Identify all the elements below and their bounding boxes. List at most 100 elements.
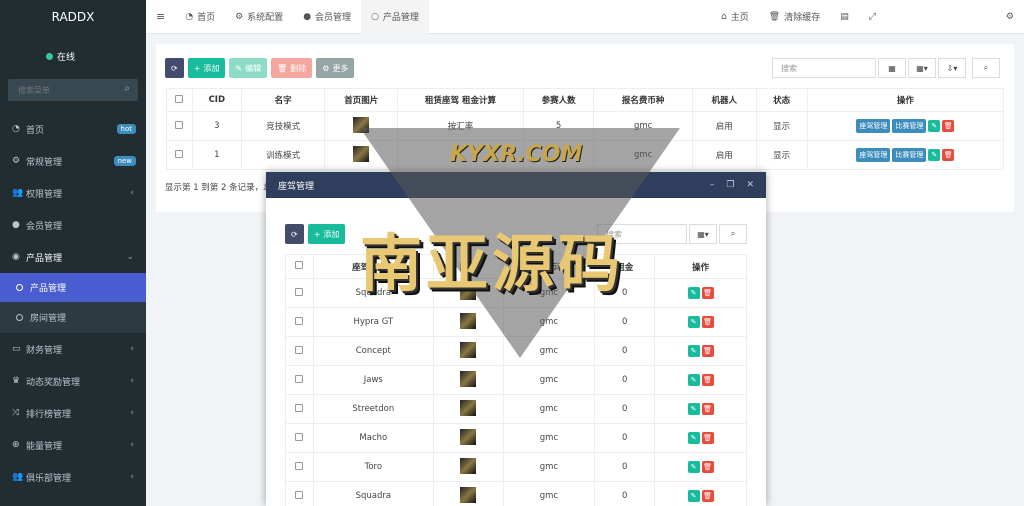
columns-button[interactable]: ▦▾ bbox=[908, 58, 936, 78]
table-row[interactable]: Macho gmc 0 ✎ 🗑 bbox=[285, 423, 747, 453]
row-checkbox[interactable] bbox=[285, 423, 314, 453]
table-row[interactable]: Squadra gmc 0 ✎ 🗑 bbox=[285, 278, 747, 308]
row-checkbox[interactable] bbox=[285, 452, 314, 482]
edit-icon[interactable]: ✎ bbox=[928, 149, 941, 161]
checkbox[interactable] bbox=[295, 287, 304, 296]
dialog-search-input[interactable]: 搜索 bbox=[597, 224, 687, 244]
dialog-search-button[interactable]: ⌕ bbox=[719, 224, 747, 244]
menu-toggle-button[interactable]: ≡ bbox=[146, 0, 175, 34]
checkbox[interactable] bbox=[295, 345, 304, 354]
dialog-select-all[interactable] bbox=[285, 254, 314, 279]
fullscreen-icon[interactable]: ⤢ bbox=[859, 0, 886, 34]
sidebar-item[interactable]: ♛ 动态奖励管理 ‹ bbox=[0, 365, 146, 397]
dialog-add-button[interactable]: + 添加 bbox=[307, 224, 346, 244]
column-header[interactable]: 操作 bbox=[654, 254, 747, 279]
dialog-refresh-button[interactable]: ⟳ bbox=[285, 224, 304, 244]
edit-icon[interactable]: ✎ bbox=[687, 490, 700, 502]
clear-cache-button[interactable]: 🗑 清除缓存 bbox=[759, 0, 830, 34]
tab-member[interactable]: ● 会员管理 bbox=[293, 0, 361, 34]
tab-home[interactable]: ◔ 首页 bbox=[175, 0, 225, 34]
export-button[interactable]: ⇩▾ bbox=[938, 58, 966, 78]
edit-icon[interactable]: ✎ bbox=[687, 432, 700, 444]
search-icon[interactable]: ⌕ bbox=[124, 83, 130, 94]
column-header[interactable]: 租金币种 bbox=[502, 254, 596, 279]
edit-icon[interactable]: ✎ bbox=[687, 374, 700, 386]
table-row[interactable]: Squadra gmc 0 ✎ 🗑 bbox=[285, 481, 747, 506]
column-header[interactable]: 首页图片 bbox=[324, 88, 399, 112]
trash-icon[interactable]: 🗑 bbox=[701, 403, 714, 415]
match-manage-button[interactable]: 比赛管理 bbox=[892, 119, 927, 133]
trash-icon[interactable]: 🗑 bbox=[701, 316, 714, 328]
minimize-icon[interactable]: – bbox=[710, 180, 715, 190]
more-button[interactable]: ⚙ 更多 bbox=[316, 58, 355, 78]
trash-icon[interactable]: 🗑 bbox=[701, 374, 714, 386]
settings-icon[interactable]: ⚙ bbox=[996, 0, 1024, 34]
sidebar-item[interactable]: 产品管理 bbox=[0, 273, 146, 302]
table-row[interactable]: Toro gmc 0 ✎ 🗑 bbox=[285, 452, 747, 482]
tab-product[interactable]: ○ 产品管理 bbox=[361, 0, 429, 34]
table-row[interactable]: 3 竞技模式 按汇率 5 gmc 启用 显示 座驾管理 比赛管理 ✎ 🗑 bbox=[166, 111, 1005, 141]
checkbox[interactable] bbox=[175, 149, 184, 158]
sidebar-item[interactable]: ⤨ 排行榜管理 ‹ bbox=[0, 397, 146, 429]
table-row[interactable]: Jaws gmc 0 ✎ 🗑 bbox=[285, 365, 747, 395]
column-header[interactable]: 图片 bbox=[432, 254, 504, 279]
sidebar-item[interactable]: ● 会员管理 bbox=[0, 209, 146, 241]
select-all-checkbox[interactable] bbox=[166, 88, 193, 112]
toggle-view-button[interactable]: ▦ bbox=[878, 58, 906, 78]
checkbox[interactable] bbox=[295, 432, 304, 441]
sidebar-item[interactable]: 房间管理 bbox=[0, 302, 146, 333]
homepage-link[interactable]: ⌂ 主页 bbox=[711, 0, 759, 34]
trash-icon[interactable]: 🗑 bbox=[701, 287, 714, 299]
table-row[interactable]: 1 训练模式 gmc 启用 显示 座驾管理 比赛管理 ✎ 🗑 bbox=[166, 140, 1005, 170]
tab-system-config[interactable]: ⚙ 系统配置 bbox=[225, 0, 293, 34]
trash-icon[interactable]: 🗑 bbox=[942, 149, 955, 161]
brand-logo[interactable]: RADDX bbox=[0, 0, 146, 34]
menu-search-input[interactable] bbox=[8, 79, 138, 101]
table-row[interactable]: Concept gmc 0 ✎ 🗑 bbox=[285, 336, 747, 366]
column-header[interactable]: 机器人 bbox=[691, 88, 757, 112]
edit-icon[interactable]: ✎ bbox=[687, 316, 700, 328]
vehicle-manage-button[interactable]: 座驾管理 bbox=[856, 148, 891, 162]
language-icon[interactable]: ▤ bbox=[830, 0, 859, 34]
row-checkbox[interactable] bbox=[285, 394, 314, 424]
edit-icon[interactable]: ✎ bbox=[687, 287, 700, 299]
sidebar-item[interactable]: ⊕ 能量管理 ‹ bbox=[0, 429, 146, 461]
column-header[interactable]: 状态 bbox=[755, 88, 808, 112]
row-checkbox[interactable] bbox=[285, 278, 314, 308]
row-checkbox[interactable] bbox=[285, 481, 314, 506]
sidebar-item[interactable]: 👥 权限管理 ‹ bbox=[0, 177, 146, 209]
row-checkbox[interactable] bbox=[285, 336, 314, 366]
trash-icon[interactable]: 🗑 bbox=[701, 432, 714, 444]
menu-search[interactable]: ⌕ bbox=[8, 79, 138, 101]
checkbox[interactable] bbox=[295, 490, 304, 499]
edit-icon[interactable]: ✎ bbox=[687, 403, 700, 415]
checkbox[interactable] bbox=[175, 120, 184, 129]
row-checkbox[interactable] bbox=[285, 365, 314, 395]
refresh-button[interactable]: ⟳ bbox=[165, 58, 184, 78]
dialog-columns-button[interactable]: ▦▾ bbox=[689, 224, 717, 244]
column-header[interactable]: 座驾名中文 bbox=[312, 254, 434, 279]
edit-icon[interactable]: ✎ bbox=[687, 461, 700, 473]
maximize-icon[interactable]: ❐ bbox=[726, 180, 734, 190]
column-header[interactable]: 名字 bbox=[240, 88, 326, 112]
table-row[interactable]: Streetdon gmc 0 ✎ 🗑 bbox=[285, 394, 747, 424]
checkbox[interactable] bbox=[295, 374, 304, 383]
trash-icon[interactable]: 🗑 bbox=[942, 120, 955, 132]
add-button[interactable]: + 添加 bbox=[187, 58, 226, 78]
row-checkbox[interactable] bbox=[166, 140, 193, 170]
edit-button[interactable]: ✎ 编辑 bbox=[229, 58, 268, 78]
column-header[interactable]: 操作 bbox=[806, 88, 1005, 112]
search-input[interactable]: 搜索 bbox=[772, 58, 876, 78]
sidebar-item[interactable]: ◉ 产品管理 ⌄ bbox=[0, 241, 146, 273]
checkbox[interactable] bbox=[295, 316, 304, 325]
close-icon[interactable]: ✕ bbox=[746, 180, 754, 190]
column-header[interactable]: 参赛人数 bbox=[522, 88, 595, 112]
trash-icon[interactable]: 🗑 bbox=[701, 461, 714, 473]
match-manage-button[interactable]: 比赛管理 bbox=[892, 148, 927, 162]
column-header[interactable]: 报名费币种 bbox=[593, 88, 693, 112]
table-row[interactable]: Hypra GT gmc 0 ✎ 🗑 bbox=[285, 307, 747, 337]
checkbox[interactable] bbox=[295, 461, 304, 470]
edit-icon[interactable]: ✎ bbox=[928, 120, 941, 132]
trash-icon[interactable]: 🗑 bbox=[701, 345, 714, 357]
search-button[interactable]: ⌕ bbox=[972, 58, 1000, 78]
